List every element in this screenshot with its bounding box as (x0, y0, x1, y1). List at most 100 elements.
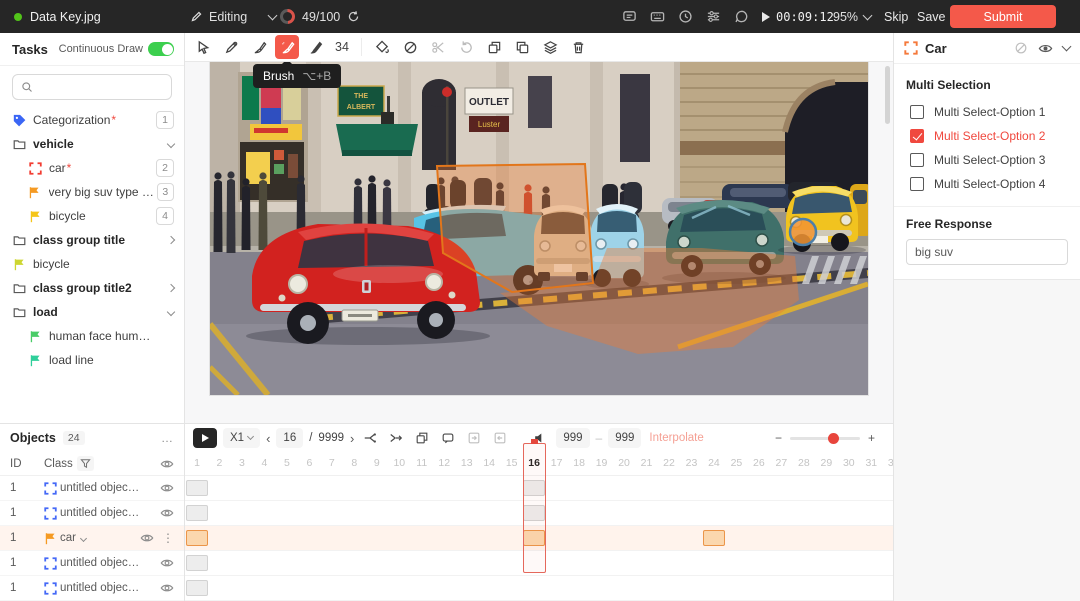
frame-number-25[interactable]: 25 (731, 457, 743, 469)
tree-item-very-big-suv-type-is-truck[interactable]: very big suv type is truck3 (0, 180, 184, 204)
annotation-canvas[interactable]: THE ALBERT OUTLET Luster (185, 62, 893, 423)
annotated-image[interactable]: THE ALBERT OUTLET Luster (210, 62, 868, 395)
multi-select-option-4[interactable]: Multi Select-Option 4 (906, 172, 1068, 196)
keyframe-frame-1[interactable] (186, 480, 208, 496)
duplicate-tool[interactable] (510, 35, 534, 59)
tree-item-car[interactable]: car*2 (0, 156, 184, 180)
frame-number-13[interactable]: 13 (461, 457, 473, 469)
frame-ruler[interactable]: 1234567891011121314151617181920212223242… (185, 452, 893, 476)
frame-number-16[interactable]: 16 (528, 457, 540, 469)
chevron-down-icon[interactable] (268, 10, 278, 20)
shortcut-keys-icon[interactable] (650, 9, 665, 24)
brush-size-value[interactable]: 34 (331, 40, 353, 54)
zoom-dropdown[interactable]: 95% (833, 10, 871, 24)
frame-number-23[interactable]: 23 (686, 457, 698, 469)
keyframe-frame-16[interactable] (523, 530, 545, 546)
paste-backward-icon[interactable] (490, 428, 510, 448)
tree-item-load-line[interactable]: load line (0, 348, 184, 372)
brush-tool[interactable] (275, 35, 299, 59)
polygon-pen-tool[interactable] (219, 35, 243, 59)
eraser-tool[interactable] (398, 35, 422, 59)
skip-button[interactable]: Skip (884, 10, 908, 24)
eye-icon[interactable] (160, 506, 174, 520)
undo-rotate-tool[interactable] (454, 35, 478, 59)
object-row-untitled-object-cl-[interactable]: 1untitled object cl... (0, 501, 184, 526)
keyframe-frame-1[interactable] (186, 580, 208, 596)
chevron-down-icon[interactable] (1062, 42, 1072, 52)
continuous-draw-toggle[interactable] (148, 42, 174, 56)
prev-frame-button[interactable]: ‹ (266, 431, 270, 446)
settings-sliders-icon[interactable] (706, 9, 721, 24)
frame-number-28[interactable]: 28 (798, 457, 810, 469)
chevron-down-icon[interactable] (167, 308, 175, 316)
chevron-right-icon[interactable] (167, 284, 175, 292)
save-button[interactable]: Save (917, 10, 946, 24)
marker-tool[interactable] (247, 35, 271, 59)
tree-item-bicycle[interactable]: bicycle4 (0, 204, 184, 228)
timeline-track[interactable] (185, 551, 893, 576)
frame-number-2[interactable]: 2 (217, 457, 223, 469)
canvas-scrollbar[interactable] (885, 66, 890, 124)
timeline-play-button[interactable] (193, 428, 217, 448)
timeline-track[interactable] (185, 526, 893, 551)
eye-icon[interactable] (160, 481, 174, 495)
frame-number-18[interactable]: 18 (573, 457, 585, 469)
keyframe-frame-16[interactable] (523, 480, 545, 496)
timeline-track[interactable] (185, 501, 893, 526)
tree-item-bicycle[interactable]: bicycle (0, 252, 184, 276)
keyframe-frame-16[interactable] (523, 505, 545, 521)
range-start-input[interactable]: 999 (556, 428, 589, 448)
copy-comment-icon[interactable] (438, 428, 458, 448)
layers-tool[interactable] (538, 35, 562, 59)
frame-number-6[interactable]: 6 (306, 457, 312, 469)
eye-icon[interactable] (160, 581, 174, 595)
eye-icon[interactable] (1038, 41, 1053, 56)
object-row-untitled-object-cl-[interactable]: 1untitled object cl... (0, 476, 184, 501)
object-row-untitled-object-cl-[interactable]: 1untitled object cl... (0, 576, 184, 601)
comment-icon[interactable] (622, 9, 637, 24)
search-input[interactable] (39, 80, 159, 94)
objects-menu-button[interactable]: … (161, 431, 174, 445)
paste-forward-icon[interactable] (464, 428, 484, 448)
frame-number-5[interactable]: 5 (284, 457, 290, 469)
scissors-tool[interactable] (426, 35, 450, 59)
frame-number-27[interactable]: 27 (776, 457, 788, 469)
tree-item-vehicle[interactable]: vehicle (0, 132, 184, 156)
frame-number-3[interactable]: 3 (239, 457, 245, 469)
frame-number-15[interactable]: 15 (506, 457, 518, 469)
mode-dropdown[interactable]: Editing (190, 10, 276, 24)
play-icon[interactable] (762, 12, 770, 22)
checkbox-checked[interactable] (910, 129, 924, 143)
playback-speed-select[interactable]: X1 (223, 428, 260, 448)
frame-number-7[interactable]: 7 (329, 457, 335, 469)
keyframe-frame-24[interactable] (703, 530, 725, 546)
trash-tool[interactable] (566, 35, 590, 59)
copy-tool[interactable] (482, 35, 506, 59)
tree-item-class-group-title[interactable]: class group title (0, 228, 184, 252)
timeline-grid[interactable] (185, 476, 893, 601)
timeline-track[interactable] (185, 576, 893, 601)
object-row-car[interactable]: 1car⋮ (0, 526, 184, 551)
disable-icon[interactable] (1014, 41, 1028, 55)
keyframe-frame-1[interactable] (186, 555, 208, 571)
frame-number-30[interactable]: 30 (843, 457, 855, 469)
task-search[interactable] (12, 74, 172, 100)
tree-item-load[interactable]: load (0, 300, 184, 324)
frame-number-20[interactable]: 20 (618, 457, 630, 469)
zoom-in-icon[interactable]: + (868, 431, 875, 445)
frame-number-19[interactable]: 19 (596, 457, 608, 469)
circle-annotation-overlay[interactable] (790, 219, 816, 245)
keyframe-frame-1[interactable] (186, 505, 208, 521)
submit-button[interactable]: Submit (950, 5, 1056, 28)
multi-select-option-1[interactable]: Multi Select-Option 1 (906, 100, 1068, 124)
split-track-icon[interactable] (360, 428, 380, 448)
volume-icon[interactable] (530, 428, 550, 448)
checkbox[interactable] (910, 177, 924, 191)
keyframe-frame-1[interactable] (186, 530, 208, 546)
frame-number-26[interactable]: 26 (753, 457, 765, 469)
checkbox[interactable] (910, 153, 924, 167)
merge-track-icon[interactable] (386, 428, 406, 448)
frame-number-11[interactable]: 11 (416, 457, 427, 469)
frame-number-9[interactable]: 9 (374, 457, 380, 469)
frame-number-14[interactable]: 14 (483, 457, 495, 469)
